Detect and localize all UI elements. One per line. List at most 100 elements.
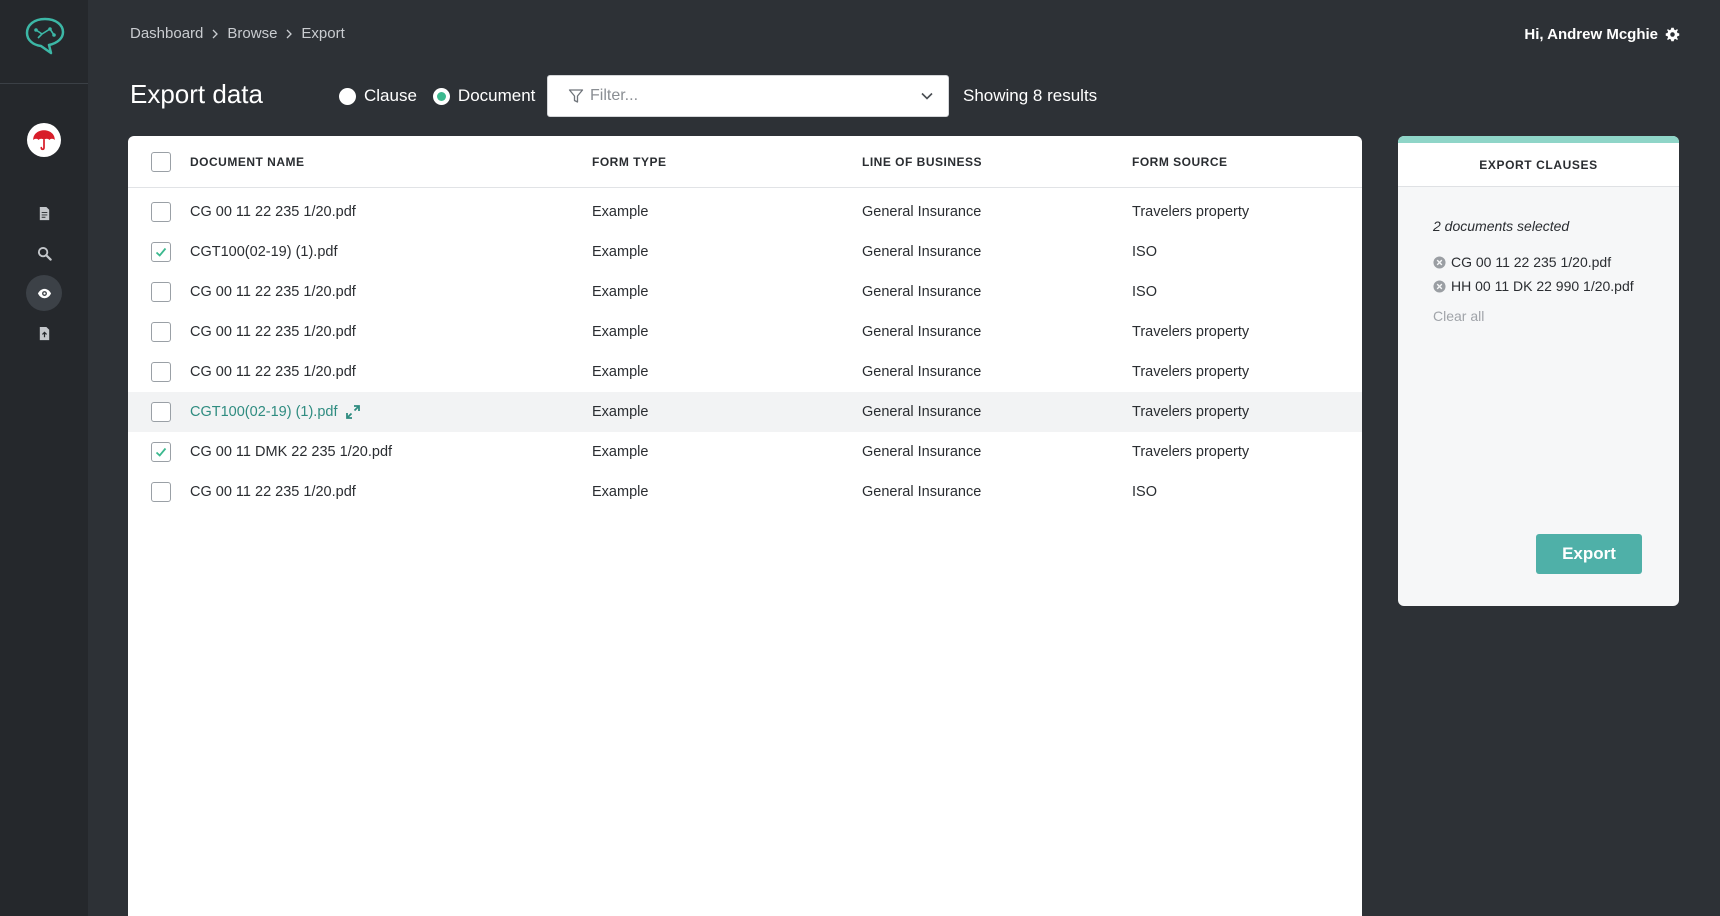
nav-view[interactable] <box>26 275 62 311</box>
radio-clause-label: Clause <box>364 86 417 105</box>
form-type: Example <box>592 404 649 420</box>
remove-icon[interactable] <box>1433 255 1446 269</box>
eye-icon <box>37 288 51 298</box>
export-panel-title: EXPORT CLAUSES <box>1398 143 1679 187</box>
table-row[interactable]: CG 00 11 DMK 22 235 1/20.pdf Example Gen… <box>128 432 1362 472</box>
results-count: Showing 8 results <box>963 86 1098 105</box>
document-name: CG 00 11 22 235 1/20.pdf <box>190 484 356 500</box>
radio-clause-indicator[interactable] <box>339 87 356 105</box>
form-type: Example <box>592 284 649 300</box>
row-checkbox[interactable] <box>151 362 171 382</box>
form-type: Example <box>592 324 649 340</box>
export-panel: EXPORT CLAUSES 2 documents selected CG 0… <box>1398 136 1679 606</box>
header-form-type[interactable]: FORM TYPE <box>592 155 862 169</box>
form-source: Travelers property <box>1132 324 1250 340</box>
row-checkbox[interactable] <box>151 482 171 502</box>
form-source: ISO <box>1132 284 1157 300</box>
selected-documents-list: CG 00 11 22 235 1/20.pdf HH 00 11 DK 22 … <box>1433 250 1634 298</box>
document-icon <box>39 206 49 220</box>
sidebar-divider <box>0 83 88 84</box>
umbrella-icon <box>33 130 55 151</box>
line-of-business: General Insurance <box>862 484 982 500</box>
table-row[interactable]: CG 00 11 22 235 1/20.pdf Example General… <box>128 472 1362 512</box>
radio-document[interactable]: Document <box>432 86 536 106</box>
documents-table: DOCUMENT NAME FORM TYPE LINE OF BUSINESS… <box>128 136 1362 916</box>
filter-input[interactable] <box>590 87 920 105</box>
breadcrumb: Dashboard Browse Export <box>130 25 345 42</box>
radio-document-label: Document <box>457 86 536 105</box>
line-of-business: General Insurance <box>862 404 982 420</box>
form-source: ISO <box>1132 244 1157 260</box>
form-source: Travelers property <box>1132 364 1250 380</box>
select-all-checkbox[interactable] <box>151 151 171 172</box>
line-of-business: General Insurance <box>862 444 982 460</box>
checkmark-icon <box>155 447 167 457</box>
table-header: DOCUMENT NAME FORM TYPE LINE OF BUSINESS… <box>128 136 1362 188</box>
mode-radio-group: Clause Document <box>339 86 535 106</box>
checkmark-icon <box>155 247 167 257</box>
selected-document-name: HH 00 11 DK 22 990 1/20.pdf <box>1451 278 1634 294</box>
form-type: Example <box>592 204 649 220</box>
gear-icon[interactable] <box>1665 27 1680 42</box>
row-checkbox[interactable] <box>151 402 171 422</box>
selected-document-name: CG 00 11 22 235 1/20.pdf <box>1451 254 1612 270</box>
line-of-business: General Insurance <box>862 204 982 220</box>
page-title: Export data <box>130 79 263 109</box>
form-type: Example <box>592 364 649 380</box>
table-row[interactable]: CG 00 11 22 235 1/20.pdf Example General… <box>128 192 1362 232</box>
line-of-business: General Insurance <box>862 244 982 260</box>
table-row[interactable]: CGT100(02-19) (1).pdf Example General In… <box>128 232 1362 272</box>
form-source: ISO <box>1132 484 1157 500</box>
line-of-business: General Insurance <box>862 324 982 340</box>
header-document-name[interactable]: DOCUMENT NAME <box>190 155 592 169</box>
table-row-hovered[interactable]: CGT100(02-19) (1).pdf Example General In… <box>128 392 1362 432</box>
row-checkbox-checked[interactable] <box>151 242 171 262</box>
clear-all-link[interactable]: Clear all <box>1433 308 1484 324</box>
row-checkbox[interactable] <box>151 282 171 302</box>
filter-icon <box>568 89 584 103</box>
filter-dropdown[interactable] <box>547 75 949 117</box>
form-source: Travelers property <box>1132 204 1250 220</box>
row-checkbox-checked[interactable] <box>151 442 171 462</box>
document-name-link[interactable]: CGT100(02-19) (1).pdf <box>190 404 337 420</box>
document-name: CG 00 11 22 235 1/20.pdf <box>190 284 356 300</box>
row-checkbox[interactable] <box>151 322 171 342</box>
user-greeting: Hi, Andrew Mcghie <box>1524 26 1658 43</box>
document-name: CG 00 11 22 235 1/20.pdf <box>190 324 356 340</box>
row-checkbox[interactable] <box>151 202 171 222</box>
selected-document-chip: HH 00 11 DK 22 990 1/20.pdf <box>1433 274 1634 298</box>
line-of-business: General Insurance <box>862 284 982 300</box>
header-form-source[interactable]: FORM SOURCE <box>1132 155 1352 169</box>
table-row[interactable]: CG 00 11 22 235 1/20.pdf Example General… <box>128 272 1362 312</box>
brand-avatar[interactable] <box>27 123 61 157</box>
document-name: CG 00 11 22 235 1/20.pdf <box>190 364 356 380</box>
breadcrumb-export[interactable]: Export <box>301 25 344 42</box>
user-menu[interactable]: Hi, Andrew Mcghie <box>1524 26 1680 43</box>
chevron-right-icon <box>286 29 293 38</box>
chat-bubble-logo[interactable] <box>24 16 66 56</box>
expand-icon[interactable] <box>345 404 361 420</box>
table-row[interactable]: CG 00 11 22 235 1/20.pdf Example General… <box>128 312 1362 352</box>
selected-document-chip: CG 00 11 22 235 1/20.pdf <box>1433 250 1634 274</box>
selected-count: 2 documents selected <box>1433 218 1570 234</box>
document-name: CGT100(02-19) (1).pdf <box>190 244 338 260</box>
nav-export[interactable] <box>26 315 62 351</box>
search-icon <box>37 246 52 261</box>
chevron-down-icon[interactable] <box>920 89 934 103</box>
form-type: Example <box>592 444 649 460</box>
radio-clause[interactable]: Clause <box>339 86 417 106</box>
export-panel-accent-bar <box>1398 136 1679 143</box>
file-upload-icon <box>39 326 49 340</box>
export-button[interactable]: Export <box>1536 534 1642 574</box>
sidebar <box>0 0 88 916</box>
nav-documents[interactable] <box>26 195 62 231</box>
breadcrumb-dashboard[interactable]: Dashboard <box>130 25 203 42</box>
nav-search[interactable] <box>26 235 62 271</box>
radio-document-indicator[interactable] <box>432 87 450 105</box>
table-row[interactable]: CG 00 11 22 235 1/20.pdf Example General… <box>128 352 1362 392</box>
header-line-of-business[interactable]: LINE OF BUSINESS <box>862 155 1132 169</box>
line-of-business: General Insurance <box>862 364 982 380</box>
document-name: CG 00 11 DMK 22 235 1/20.pdf <box>190 444 393 460</box>
remove-icon[interactable] <box>1433 279 1446 293</box>
breadcrumb-browse[interactable]: Browse <box>227 25 277 42</box>
